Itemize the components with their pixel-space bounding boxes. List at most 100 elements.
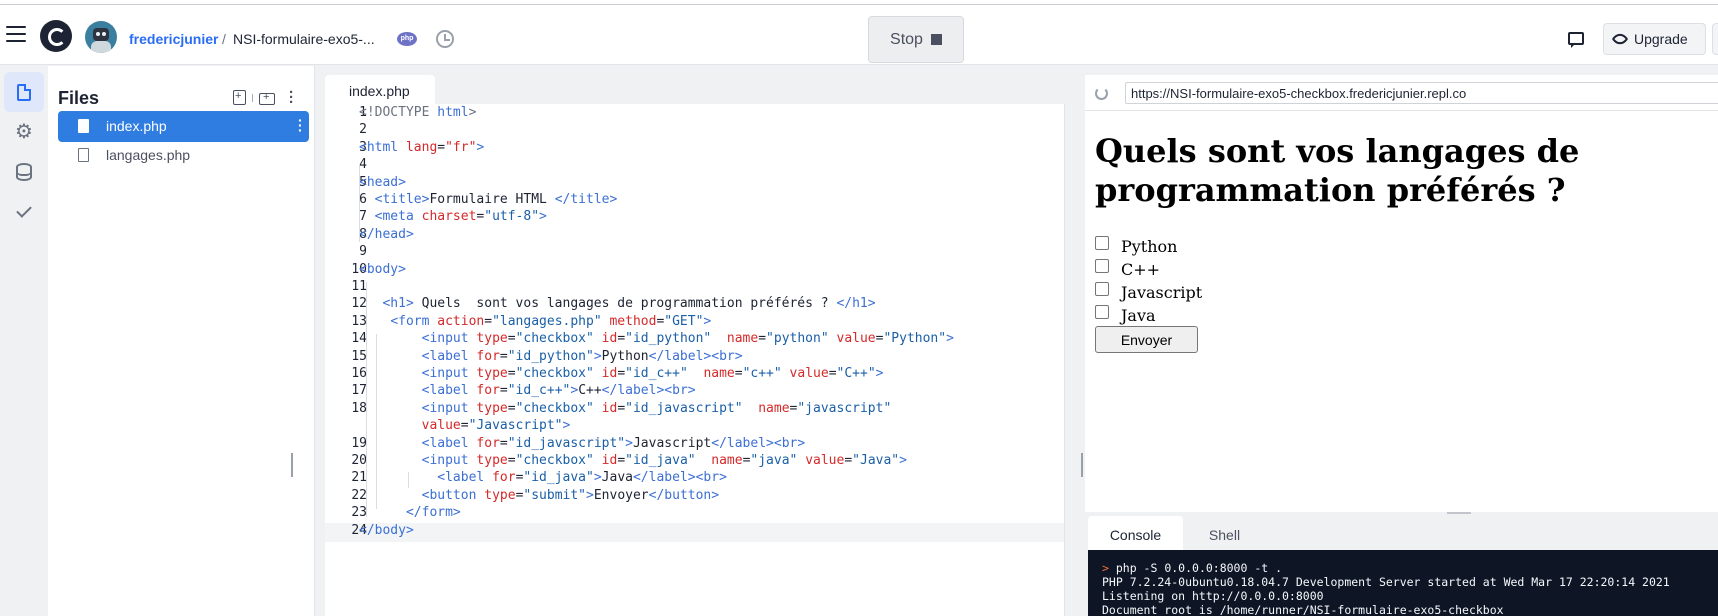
upgrade-button[interactable]: Upgrade — [1603, 23, 1706, 55]
cpp-checkbox[interactable] — [1095, 259, 1109, 273]
code-line[interactable]: 7 <meta charset="utf-8"> — [325, 209, 1065, 228]
console-line: Document root is /home/runner/NSI-formul… — [1102, 603, 1504, 616]
code-line[interactable]: 16 <input type="checkbox" id="id_c++" na… — [325, 366, 1065, 385]
files-title: Files — [58, 88, 100, 108]
code-line[interactable]: 11 — [325, 279, 1065, 298]
code-text: <input type="checkbox" id="id_c++" name=… — [421, 366, 884, 381]
code-line[interactable]: 4 — [325, 157, 1065, 176]
preview-console-splitter[interactable] — [1447, 512, 1471, 514]
breadcrumb-user[interactable]: fredericjunier — [129, 31, 218, 47]
option-javascript[interactable]: Javascript — [1095, 281, 1202, 303]
code-text: <!DOCTYPE html> — [359, 105, 477, 120]
code-text: </head> — [359, 226, 414, 242]
code-line[interactable]: 17 <label for="id_c++">C++</label><br> — [325, 383, 1065, 402]
code-line[interactable]: 20 <input type="checkbox" id="id_java" n… — [325, 453, 1065, 472]
code-line[interactable]: 3 <html lang="fr"> — [325, 140, 1065, 159]
new-folder-icon[interactable] — [259, 91, 275, 105]
code-line[interactable]: 23 </form> — [325, 505, 1065, 524]
option-cpp[interactable]: C++ — [1095, 258, 1160, 280]
code-line[interactable]: 9 — [325, 244, 1065, 263]
left-rail: ⚙ — [0, 66, 48, 616]
option-python[interactable]: Python — [1095, 235, 1177, 257]
code-text: <label for="id_python">Python</label><br… — [421, 348, 743, 364]
new-file-icon[interactable] — [233, 90, 246, 105]
code-line[interactable]: 24 </body> — [325, 522, 1065, 542]
cpp-label[interactable]: C++ — [1121, 260, 1160, 279]
code-text: <form action="langages.php" method="GET"… — [390, 313, 712, 329]
breadcrumb-repl-name[interactable]: NSI-formulaire-exo5-... — [233, 31, 375, 47]
code-line[interactable]: 15 <label for="id_python">Python</label>… — [325, 349, 1065, 368]
line-number: 4 — [359, 157, 367, 173]
javascript-label[interactable]: Javascript — [1121, 283, 1202, 302]
file-item-index[interactable]: index.php · · · — [58, 111, 309, 142]
python-label[interactable]: Python — [1121, 237, 1177, 256]
java-checkbox[interactable] — [1095, 305, 1109, 319]
indent-guide — [359, 164, 360, 242]
stop-button[interactable]: Stop — [868, 16, 964, 63]
python-checkbox[interactable] — [1095, 236, 1109, 250]
code-line[interactable]: 18 <input type="checkbox" id="id_javascr… — [325, 401, 1065, 420]
code-text: <input type="checkbox" id="id_python" na… — [421, 331, 954, 347]
chat-icon[interactable] — [1568, 32, 1584, 48]
avatar[interactable] — [85, 21, 117, 53]
overflow-button[interactable] — [1712, 23, 1718, 55]
replit-logo[interactable] — [40, 20, 72, 52]
code-text: <label for="id_java">Java</label><br> — [437, 470, 727, 486]
history-icon[interactable] — [436, 30, 454, 48]
code-line[interactable]: 5 <head> — [325, 175, 1065, 194]
indent-guide — [376, 334, 377, 509]
code-line[interactable]: 2 — [325, 122, 1065, 141]
tab-shell[interactable]: Shell — [1183, 516, 1266, 550]
actions-divider — [252, 93, 253, 102]
database-icon — [16, 163, 32, 181]
code-text: <body> — [359, 261, 406, 277]
code-line[interactable]: 19 <label for="id_javascript">Javascript… — [325, 436, 1065, 455]
file-icon — [17, 83, 31, 101]
tab-index-php[interactable]: index.php — [325, 75, 435, 105]
file-icon — [78, 148, 89, 162]
code-line[interactable]: 1 <!DOCTYPE html> — [325, 105, 1065, 124]
code-line[interactable]: value="Javascript"> — [325, 418, 1065, 437]
url-input[interactable] — [1125, 82, 1718, 104]
code-line[interactable]: 14 <input type="checkbox" id="id_python"… — [325, 331, 1065, 350]
webview-urlbar — [1085, 75, 1718, 111]
submit-button[interactable]: Envoyer — [1095, 326, 1198, 353]
code-text: <label for="id_c++">C++</label><br> — [421, 383, 696, 399]
console-output[interactable]: > php -S 0.0.0.0:8000 -t . PHP 7.2.24-0u… — [1088, 550, 1718, 616]
reload-icon[interactable] — [1095, 87, 1108, 100]
files-more-icon[interactable]: · · · — [289, 85, 294, 110]
code-line[interactable]: 22 <button type="submit">Envoyer</button… — [325, 488, 1065, 507]
code-line[interactable]: 12 <h1> Quels sont vos langages de progr… — [325, 296, 1065, 315]
php-icon: php — [397, 32, 417, 46]
webview-panel: Quels sont vos langages de programmation… — [1085, 75, 1718, 512]
preview-heading: Quels sont vos langages de programmation… — [1095, 132, 1580, 209]
tab-console[interactable]: Console — [1088, 516, 1183, 550]
javascript-checkbox[interactable] — [1095, 282, 1109, 296]
code-line[interactable]: 21 <label for="id_java">Java</label><br> — [325, 470, 1065, 489]
file-more-icon[interactable]: · · · — [298, 113, 303, 137]
code-line[interactable]: 8 </head> — [325, 227, 1065, 246]
top-header: fredericjunier / NSI-formulaire-exo5-...… — [0, 5, 1718, 65]
menu-icon[interactable] — [6, 26, 26, 42]
code-line[interactable]: 6 <title>Formulaire HTML </title> — [325, 192, 1065, 211]
file-icon — [78, 119, 89, 133]
code-text: <button type="submit">Envoyer</button> — [421, 487, 720, 503]
code-line[interactable]: 13 <form action="langages.php" method="G… — [325, 314, 1065, 333]
option-java[interactable]: Java — [1095, 304, 1156, 326]
rail-files-button[interactable] — [4, 72, 44, 112]
rail-database-button[interactable] — [4, 152, 44, 192]
code-text: <input type="checkbox" id="id_java" name… — [421, 453, 907, 468]
editor-scrollbar[interactable] — [1064, 104, 1065, 616]
rail-settings-button[interactable]: ⚙ — [4, 112, 44, 152]
console-line: Listening on http://0.0.0.0:8000 — [1102, 589, 1324, 603]
code-text: <h1> Quels sont vos langages de programm… — [382, 296, 876, 312]
file-item-langages[interactable]: langages.php — [58, 140, 309, 171]
code-line[interactable]: 10 <body> — [325, 262, 1065, 281]
java-label[interactable]: Java — [1121, 306, 1156, 325]
code-editor[interactable]: 24 </body> 23 </form> 22 <button type="subm… — [325, 104, 1065, 616]
upgrade-button-label: Upgrade — [1634, 31, 1688, 47]
files-splitter-handle[interactable] — [291, 453, 293, 477]
rail-tests-button[interactable] — [4, 192, 44, 232]
code-text: value="Javascript"> — [421, 418, 571, 434]
editor-splitter-handle[interactable] — [1081, 453, 1083, 477]
